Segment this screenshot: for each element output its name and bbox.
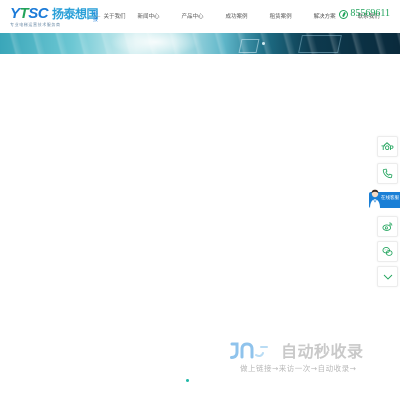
banner-light-dot <box>262 42 265 45</box>
site-header: YTSC 扬泰想国 科技 专业电梯运营技术服务商 关于我们 新闻中心 产品中心 … <box>0 0 400 33</box>
hero-banner[interactable] <box>0 33 400 54</box>
banner-window-frame <box>298 35 342 53</box>
watermark-subtitle: 做上链接→来访一次→自动收录→ <box>240 364 357 373</box>
logo-mark: YTSC <box>10 5 49 22</box>
nav-item-products[interactable]: 产品中心 <box>182 12 204 22</box>
site-logo[interactable]: YTSC 扬泰想国 科技 专业电梯运营技术服务商 <box>10 5 99 28</box>
carousel-indicator-dot[interactable] <box>186 379 189 382</box>
collapse-toolbar-button[interactable] <box>377 266 398 287</box>
auto-index-watermark: 自动秒收录 做上链接→来访一次→自动收录→ <box>230 340 390 380</box>
logo-chinese-name: 扬泰想国 <box>52 7 99 21</box>
back-to-top-button[interactable]: TOP <box>377 136 398 157</box>
phone-icon <box>382 168 393 179</box>
nav-item-news[interactable]: 新闻中心 <box>138 12 160 22</box>
phone-icon <box>339 9 349 19</box>
nav-item-cases[interactable]: 成功案例 <box>226 12 248 22</box>
nav-item-leasing[interactable]: 租赁案例 <box>270 12 292 22</box>
back-to-top-label: TOP <box>381 145 394 152</box>
nav-item-solutions[interactable]: 解决方案 <box>314 12 336 22</box>
hotline-number: 85569611 <box>350 8 390 19</box>
banner-window-frame <box>238 39 260 53</box>
watermark-title: 自动秒收录 <box>281 342 364 361</box>
logo-letter-y: Y <box>10 5 20 22</box>
weibo-icon <box>382 222 393 231</box>
online-service-label: 在线客服 <box>381 196 399 201</box>
service-agent-avatar <box>370 189 380 208</box>
logo-slogan: 专业电梯运营技术服务商 <box>10 22 61 27</box>
wechat-button[interactable] <box>377 241 398 262</box>
wechat-icon <box>382 247 393 256</box>
logo-letter-s: S <box>28 5 38 22</box>
chevron-down-icon <box>383 274 392 280</box>
logo-letter-c: C <box>37 5 49 22</box>
weibo-button[interactable] <box>377 216 398 237</box>
phone-button[interactable] <box>377 163 398 184</box>
logo-letter-t: T <box>19 5 29 22</box>
hotline[interactable]: 85569611 <box>339 8 390 20</box>
nav-item-about[interactable]: 关于我们 <box>95 12 126 22</box>
watermark-logo <box>230 342 268 359</box>
online-service-button[interactable]: 在线客服 <box>369 189 400 208</box>
